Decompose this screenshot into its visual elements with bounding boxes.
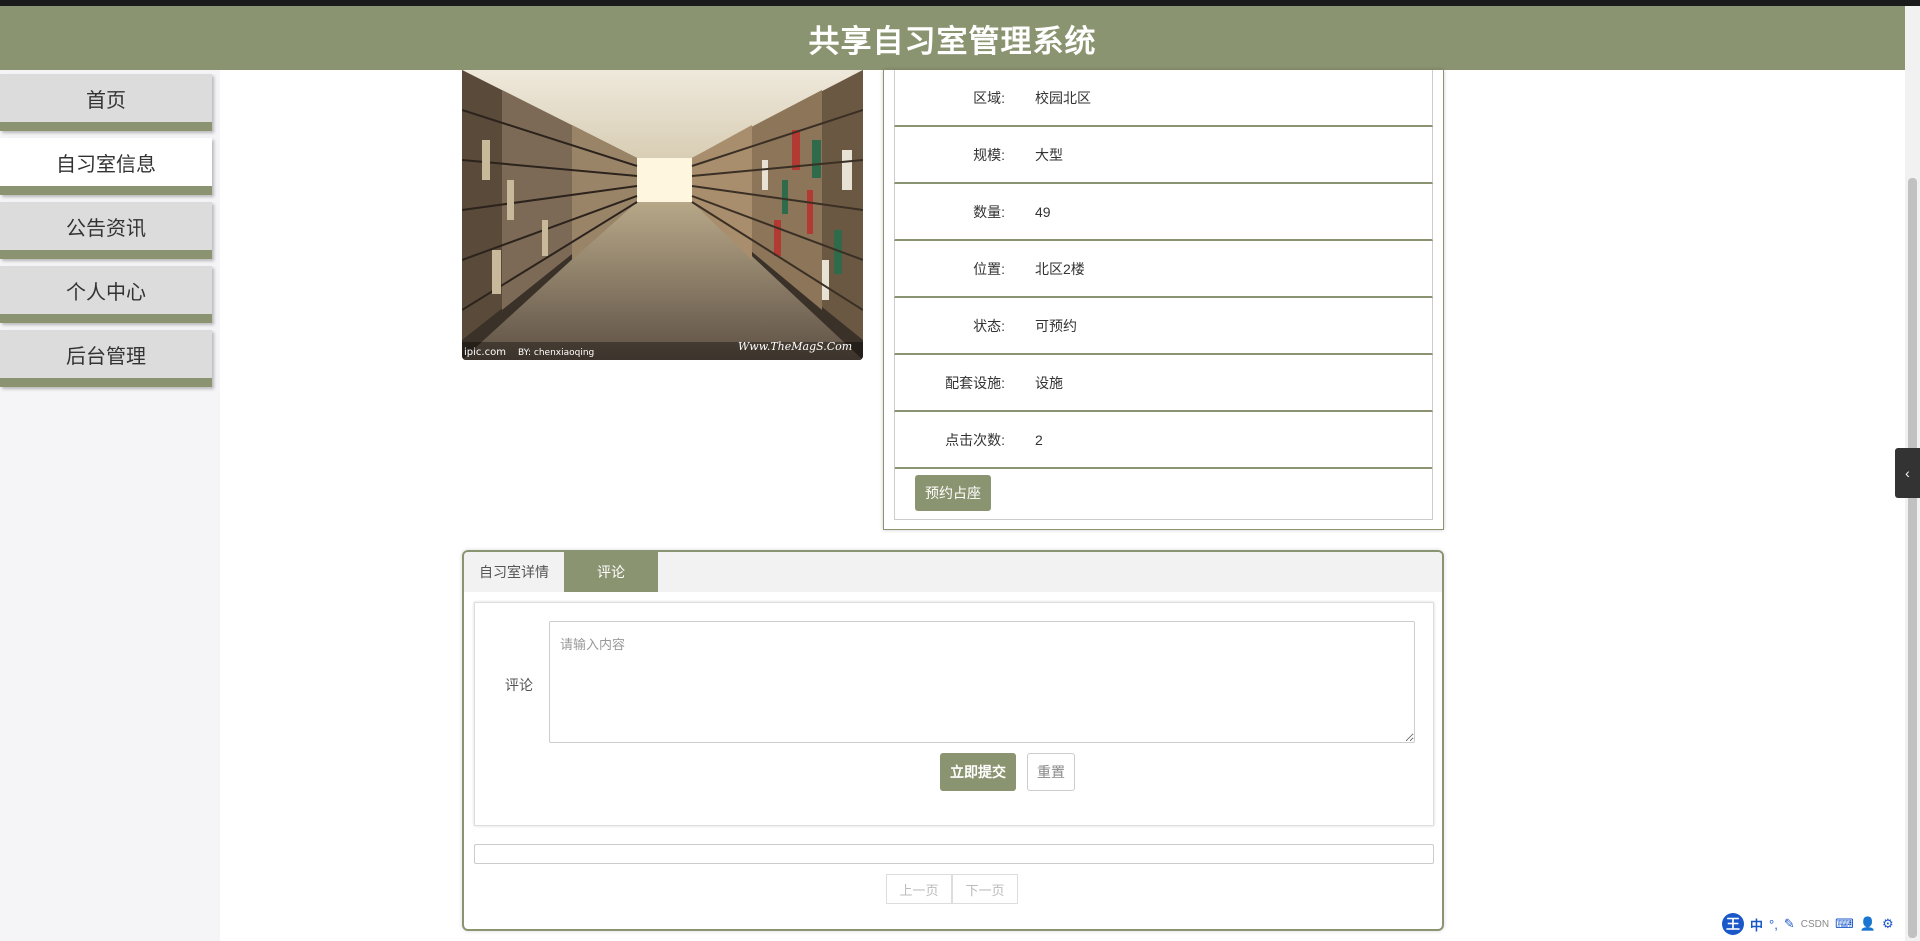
reserve-seat-button[interactable]: 预约占座	[915, 475, 991, 511]
detail-row-location: 位置: 北区2楼	[894, 241, 1433, 298]
ime-mode-toggle[interactable]: 中	[1750, 915, 1763, 934]
detail-label: 区域:	[973, 89, 1005, 106]
sidebar-item-announcements[interactable]: 公告资讯	[0, 202, 212, 259]
detail-row-quantity: 数量: 49	[894, 184, 1433, 241]
detail-label: 规模:	[973, 146, 1005, 163]
sidebar-item-personal-center[interactable]: 个人中心	[0, 266, 212, 323]
comment-input[interactable]	[549, 621, 1415, 743]
reserve-row: 预约占座	[894, 468, 1433, 520]
tab-bar: 自习室详情 评论	[464, 552, 1442, 592]
detail-label: 配套设施:	[945, 374, 1005, 391]
detail-row-scale: 规模: 大型	[894, 127, 1433, 184]
ime-watermark: CSDN	[1800, 918, 1830, 930]
ime-handwrite-icon[interactable]: ✎	[1784, 916, 1795, 932]
study-room-details: 区域: 校园北区 规模: 大型 数量: 49 位置: 北区2楼 状态: 可预约 …	[883, 70, 1444, 530]
comment-label: 评论	[505, 677, 533, 693]
scrollbar-thumb[interactable]	[1908, 178, 1917, 938]
ime-settings-icon[interactable]: ⚙	[1882, 916, 1894, 932]
ime-keyboard-icon[interactable]: ⌨	[1835, 916, 1854, 932]
app-title: 共享自习室管理系统	[808, 23, 1097, 59]
detail-value: 49	[1035, 203, 1051, 220]
reset-button[interactable]: 重置	[1027, 753, 1075, 791]
detail-value: 大型	[1035, 146, 1063, 163]
sidebar-item-home[interactable]: 首页	[0, 74, 212, 131]
tab-comments[interactable]: 评论	[564, 552, 658, 592]
submit-button[interactable]: 立即提交	[940, 753, 1016, 791]
detail-row-clicks: 点击次数: 2	[894, 412, 1433, 469]
photo-watermark-left: ipic.com	[464, 347, 506, 358]
tab-room-details[interactable]: 自习室详情	[464, 552, 564, 592]
detail-value: 北区2楼	[1035, 260, 1085, 277]
detail-label: 位置:	[973, 260, 1005, 277]
detail-value: 可预约	[1035, 317, 1077, 334]
next-page-button[interactable]: 下一页	[952, 874, 1018, 904]
sidebar-item-study-room-info[interactable]: 自习室信息	[0, 138, 212, 195]
sidebar: 首页 自习室信息 公告资讯 个人中心 后台管理	[0, 70, 220, 941]
ime-toolbar: 王 中 °, ✎ CSDN ⌨ 👤 ⚙	[1722, 912, 1894, 936]
ime-user-icon[interactable]: 👤	[1860, 916, 1876, 932]
detail-row-status: 状态: 可预约	[894, 298, 1433, 355]
detail-value: 校园北区	[1035, 89, 1091, 106]
sidebar-item-admin[interactable]: 后台管理	[0, 330, 212, 387]
pagination: 上一页 下一页	[886, 874, 1018, 904]
app-header: 共享自习室管理系统	[0, 6, 1905, 70]
detail-label: 数量:	[973, 203, 1005, 220]
chevron-left-icon[interactable]: ‹	[1895, 448, 1920, 498]
study-room-photo: ipic.com BY: chenxiaoqing Www.TheMagS.Co…	[462, 70, 863, 360]
comments-list	[474, 844, 1434, 864]
tab-panel: 自习室详情 评论 评论 立即提交 重置 上一页 下一页	[462, 550, 1444, 931]
detail-row-facilities: 配套设施: 设施	[894, 355, 1433, 412]
ime-logo-icon[interactable]: 王	[1722, 913, 1744, 935]
detail-label: 点击次数:	[945, 431, 1005, 448]
library-image: ipic.com BY: chenxiaoqing Www.TheMagS.Co…	[462, 70, 863, 360]
ime-punctuation-icon[interactable]: °,	[1769, 917, 1778, 932]
photo-watermark-right: Www.TheMagS.Com	[738, 340, 852, 353]
detail-label: 状态:	[973, 317, 1005, 334]
detail-row-area: 区域: 校园北区	[894, 70, 1433, 127]
photo-watermark-mid: BY: chenxiaoqing	[518, 348, 594, 358]
prev-page-button[interactable]: 上一页	[886, 874, 952, 904]
detail-value: 2	[1035, 431, 1043, 448]
detail-value: 设施	[1035, 374, 1063, 391]
comment-form: 评论 立即提交 重置	[474, 602, 1434, 826]
